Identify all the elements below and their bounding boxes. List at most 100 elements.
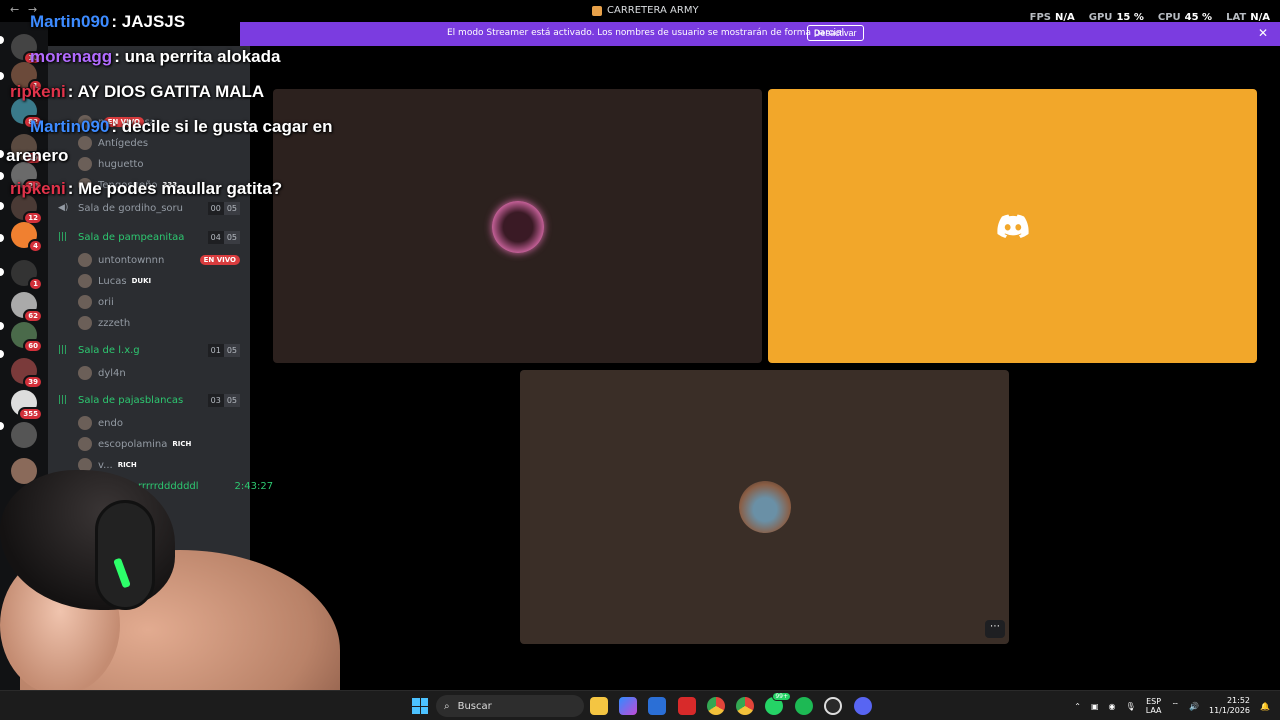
back-arrow-icon[interactable]: ← [10,3,19,16]
chrome-icon[interactable] [707,697,725,715]
unread-pill [0,422,4,430]
user-tag: RICH [172,440,192,448]
channel-name: Sala de gordiho_soru [78,202,183,214]
user-name: escopolamina [98,438,168,450]
voice-user[interactable]: dyl4n [78,363,240,383]
performance-overlay: FPS N/A GPU 15 % CPU 45 % LAT N/A [1030,12,1270,23]
microphone-icon[interactable]: 🎙 [1126,702,1136,711]
server-icon[interactable]: 355 [11,390,43,421]
channel-user-count: 00 05 [207,201,240,215]
speaker-icon: ◀) [58,203,69,213]
volume-icon[interactable]: 🔊 [1189,702,1199,711]
deactivate-streamer-button[interactable]: Desactivar [807,25,864,41]
user-tag: DUKI [131,277,152,285]
chevron-up-icon[interactable]: ⌃ [1074,702,1081,711]
unread-pill [0,234,4,242]
voice-channel[interactable]: ||| Sala de pajasblancas 03 05 [58,390,240,410]
voice-user[interactable]: huguetto [78,154,143,174]
server-icon[interactable]: 12 [11,194,43,225]
unread-pill [0,322,4,330]
server-badge: 1 [28,79,43,93]
obs-icon[interactable] [824,697,842,715]
user-avatar [78,136,92,150]
count-value: 01 [207,343,224,357]
system-tray: ⌃ ▣ ◉ 🎙 ESP LAA ⌔ 🔊 21:52 11/1/2026 🔔 [1074,691,1280,720]
server-icon[interactable]: 39 [11,358,43,389]
voice-user[interactable]: Lucas DUKI [78,271,240,291]
perf-label: CPU [1157,12,1181,23]
voice-channel[interactable]: ◀) Sala de gordiho_soru 00 05 [58,198,240,218]
server-icon[interactable]: 62 [11,292,43,323]
voice-active-icon: ||| [58,232,68,242]
user-name: huguetto [98,158,144,170]
live-badge: EN VIVO [103,117,144,127]
windows-start-icon[interactable] [412,698,428,714]
file-explorer-icon[interactable] [590,697,608,715]
clock[interactable]: 21:52 11/1/2026 [1209,696,1250,716]
server-badge: 355 [18,407,43,421]
server-badge: 62 [23,309,43,323]
perf-label: LAT [1226,12,1247,23]
screen: ← → CARRETERA ARMY El modo Streamer está… [0,0,1280,720]
server-badge: 82 [23,115,43,129]
user-avatar [78,157,92,171]
headset-icon [95,500,155,610]
count-value: 00 [207,201,224,215]
server-icon[interactable]: 60 [11,322,43,353]
whatsapp-icon[interactable]: 99+ [765,692,791,715]
voice-channel[interactable]: ||| Sala de pampeanitaa 04 05 [58,227,240,247]
server-icon[interactable]: 10 [11,34,43,65]
server-icon[interactable]: 1 [11,260,43,291]
user-avatar [78,178,92,192]
voice-user[interactable]: zzzeth [78,313,240,333]
user-avatar [78,416,92,430]
taskbar-search[interactable]: ⌕ Buscar [436,695,584,717]
voice-user[interactable]: Tengosueño 333 [78,175,177,195]
voice-user[interactable]: untontownnn EN VIVO [78,250,240,270]
perf-stat: FPS N/A [1030,12,1075,23]
more-options-icon[interactable]: ⋯ [985,620,1005,638]
voice-user[interactable]: escopolamina RICH [78,434,240,454]
server-icon[interactable]: 82 [11,98,43,129]
tray-app-icon[interactable]: ▣ [1091,702,1099,711]
channel-name: Sala de l.x.g [78,344,140,356]
voice-user[interactable]: milangüesaEN VIVO [78,112,156,132]
user-name: zzzeth [98,317,131,329]
channel-name: Sala de pajasblancas [78,394,184,406]
participant-avatar-3 [739,481,791,533]
channel-user-count: 03 05 [207,393,240,407]
discord-icon[interactable] [854,697,872,715]
chrome-icon-2[interactable] [736,697,754,715]
wifi-icon[interactable]: ⌔ [1172,701,1180,711]
notification-icon[interactable]: 🔔 [1260,702,1270,711]
server-icon[interactable]: 19 [11,134,43,165]
server-icon[interactable]: 4 [11,222,43,253]
webcam-overlay [0,470,340,690]
language-indicator[interactable]: ESP LAA [1146,697,1162,715]
voice-channel[interactable]: ||| Sala de l.x.g 01 05 [58,340,240,360]
user-name: v... [98,459,113,471]
channel-user-count: 04 05 [207,230,240,244]
streamer-mode-banner: El modo Streamer está activado. Los nomb… [240,22,1280,46]
office-icon[interactable] [619,697,637,715]
participant-avatar-1 [492,201,544,253]
perf-stat: LAT N/A [1226,12,1270,23]
server-badge: 4 [28,239,43,253]
server-icon[interactable]: 1 [11,62,43,93]
close-icon[interactable]: ✕ [1258,26,1268,40]
server-icon[interactable]: 28 [11,162,43,193]
user-name: orii [98,296,114,308]
tray-app-icon-2[interactable]: ◉ [1109,702,1116,711]
store-icon[interactable] [648,697,666,715]
spotify-icon[interactable] [795,697,813,715]
user-name: untontownnn [98,254,165,266]
server-icon[interactable] [11,422,37,448]
voice-user[interactable]: endo [78,413,240,433]
forward-arrow-icon[interactable]: → [28,3,37,16]
user-avatar [78,295,92,309]
wps-icon[interactable] [678,697,696,715]
voice-user[interactable]: Antígedes [78,133,148,153]
perf-value: 15 % [1116,12,1144,23]
voice-user[interactable]: orii [78,292,240,312]
unread-pill [0,202,4,210]
